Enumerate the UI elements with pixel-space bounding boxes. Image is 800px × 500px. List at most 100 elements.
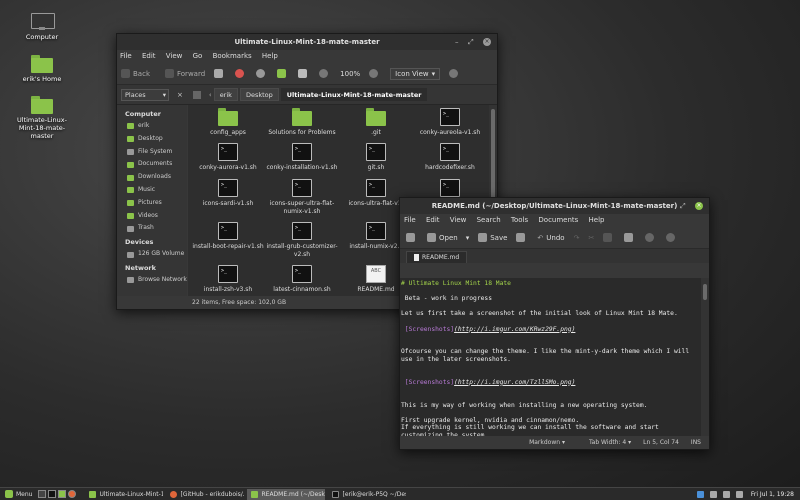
close-icon[interactable]: × <box>695 202 703 210</box>
editor-scrollbar[interactable] <box>701 278 709 436</box>
redo-button[interactable]: ↷ <box>574 234 580 242</box>
file-item[interactable]: install-boot-repair-v1.sh <box>191 222 265 251</box>
editor-line[interactable] <box>401 364 701 372</box>
menu-view[interactable]: View <box>450 216 467 224</box>
menu-edit[interactable]: Edit <box>426 216 440 224</box>
editor-line[interactable] <box>401 386 701 394</box>
breadcrumb-left-icon[interactable]: ‹ <box>209 91 212 99</box>
open-button[interactable]: Open ▾ <box>427 233 469 242</box>
sidebar-item-file-system[interactable]: File System <box>117 146 187 159</box>
edit-location-icon[interactable] <box>192 90 201 99</box>
close-icon[interactable]: × <box>483 38 491 46</box>
shield-icon[interactable] <box>696 490 704 498</box>
editor-line[interactable] <box>401 318 701 326</box>
breadcrumb-desktop[interactable]: Desktop <box>239 88 279 101</box>
desktop-icon-home[interactable]: erik's Home <box>7 55 77 83</box>
file-item[interactable]: git.sh <box>339 143 413 172</box>
sidebar-item-videos[interactable]: Videos <box>117 210 187 223</box>
zoom-out-button[interactable] <box>319 69 331 78</box>
breadcrumb-current[interactable]: Ultimate-Linux-Mint-18-mate-master <box>280 88 428 101</box>
sidebar-item-documents[interactable]: Documents <box>117 158 187 171</box>
scrollbar-thumb[interactable] <box>703 284 707 300</box>
editor-line[interactable]: First upgrade kernel, nvidia and cinnamo… <box>401 417 701 425</box>
editor-line[interactable]: [Screenshots](http://i.imgur.com/TzllSMo… <box>401 379 701 387</box>
file-item[interactable]: conky-aurora-v1.sh <box>191 143 265 172</box>
browser-launcher-icon[interactable] <box>68 490 77 498</box>
editor-line[interactable]: Ofcourse you can change the theme. I lik… <box>401 348 701 356</box>
sidebar-item-pictures[interactable]: Pictures <box>117 197 187 210</box>
file-item[interactable]: conky-installation-v1.sh <box>265 143 339 172</box>
file-manager-launcher-icon[interactable] <box>58 490 67 498</box>
sidebar-item-desktop[interactable]: Desktop <box>117 133 187 146</box>
file-item[interactable]: .git <box>339 108 413 137</box>
menu-search[interactable]: Search <box>477 216 501 224</box>
menu-tools[interactable]: Tools <box>511 216 528 224</box>
editor-line[interactable] <box>401 288 701 296</box>
view-mode-select[interactable]: Icon View ▾ <box>390 67 441 80</box>
task-file-manager[interactable]: Ultimate-Linux-Mint-1... <box>85 489 163 500</box>
tab-width-select[interactable]: Tab Width: 4 ▾ <box>577 439 631 446</box>
search-button[interactable] <box>449 69 461 78</box>
menu-file[interactable]: File <box>120 52 132 60</box>
file-item[interactable]: icons-sardi-v1.sh <box>191 179 265 208</box>
menu-file[interactable]: File <box>404 216 416 224</box>
cut-button[interactable]: ✂ <box>588 234 594 242</box>
find-button[interactable] <box>645 233 657 242</box>
undo-button[interactable]: ↶ Undo <box>537 234 564 242</box>
editor-line[interactable] <box>401 333 701 341</box>
menu-help[interactable]: Help <box>589 216 605 224</box>
file-manager-titlebar[interactable]: Ultimate-Linux-Mint-18-mate-master – ⤢ × <box>117 34 497 50</box>
places-dropdown[interactable]: Places <box>121 88 169 101</box>
editor-line[interactable] <box>401 409 701 417</box>
maximize-icon[interactable]: ⤢ <box>680 198 686 214</box>
back-button[interactable]: Back <box>121 69 150 78</box>
file-item[interactable]: Solutions for Problems <box>265 108 339 137</box>
breadcrumb-erik[interactable]: erik <box>213 88 238 101</box>
file-item[interactable]: conky-aureola-v1.sh <box>413 108 487 137</box>
editor-line[interactable]: Let us first take a screenshot of the in… <box>401 310 701 318</box>
menu-bookmarks[interactable]: Bookmarks <box>213 52 252 60</box>
new-document-button[interactable] <box>406 233 418 242</box>
desktop-icon-project-folder[interactable]: Ultimate-Linux-Mint-18-mate-master <box>7 96 77 140</box>
forward-button[interactable]: Forward <box>165 69 205 78</box>
sidebar-item-downloads[interactable]: Downloads <box>117 171 187 184</box>
home-button[interactable] <box>277 69 289 78</box>
sidebar-item-erik[interactable]: erik <box>117 120 187 133</box>
editor-line[interactable] <box>401 394 701 402</box>
editor-line[interactable]: If everything is still working we can in… <box>401 424 701 432</box>
terminal-launcher-icon[interactable] <box>48 490 57 498</box>
copy-button[interactable] <box>603 233 615 242</box>
maximize-icon[interactable]: ⤢ <box>468 34 474 50</box>
text-editor-area[interactable]: # Ultimate Linux Mint 18 Mate Beta - wor… <box>400 278 701 436</box>
language-select[interactable]: Markdown ▾ <box>517 439 565 446</box>
sound-icon[interactable] <box>722 490 730 498</box>
zoom-in-button[interactable] <box>369 69 381 78</box>
computer-button[interactable] <box>298 69 310 78</box>
file-item[interactable]: latest-cinnamon.sh <box>265 265 339 294</box>
file-item[interactable]: hardcodefixer.sh <box>413 143 487 172</box>
reload-button[interactable] <box>256 69 268 78</box>
stop-button[interactable] <box>235 69 247 78</box>
battery-icon[interactable] <box>735 490 743 498</box>
editor-line[interactable]: [Screenshots](http://i.imgur.com/KRwz29F… <box>401 326 701 334</box>
menu-edit[interactable]: Edit <box>142 52 156 60</box>
text-editor-titlebar[interactable]: README.md (~/Desktop/Ultimate-Linux-Mint… <box>400 198 709 214</box>
editor-line[interactable]: # Ultimate Linux Mint 18 Mate <box>401 280 701 288</box>
file-item[interactable]: install-grub-customizer-v2.sh <box>265 222 339 258</box>
menu-documents[interactable]: Documents <box>538 216 578 224</box>
file-item[interactable]: icons-super-ultra-flat-numix-v1.sh <box>265 179 339 215</box>
editor-line[interactable] <box>401 303 701 311</box>
replace-button[interactable] <box>666 233 678 242</box>
save-button[interactable]: Save <box>478 233 507 242</box>
sidebar-item-music[interactable]: Music <box>117 184 187 197</box>
paste-button[interactable] <box>624 233 636 242</box>
print-button[interactable] <box>516 233 528 242</box>
editor-line[interactable] <box>401 341 701 349</box>
editor-line[interactable]: use in the later screenshots. <box>401 356 701 364</box>
file-item[interactable]: config_apps <box>191 108 265 137</box>
up-button[interactable] <box>214 69 226 78</box>
close-sidebar-icon[interactable]: × <box>177 91 183 99</box>
show-desktop-icon[interactable] <box>38 490 47 498</box>
file-item[interactable]: install-zsh-v3.sh <box>191 265 265 294</box>
menu-go[interactable]: Go <box>193 52 203 60</box>
